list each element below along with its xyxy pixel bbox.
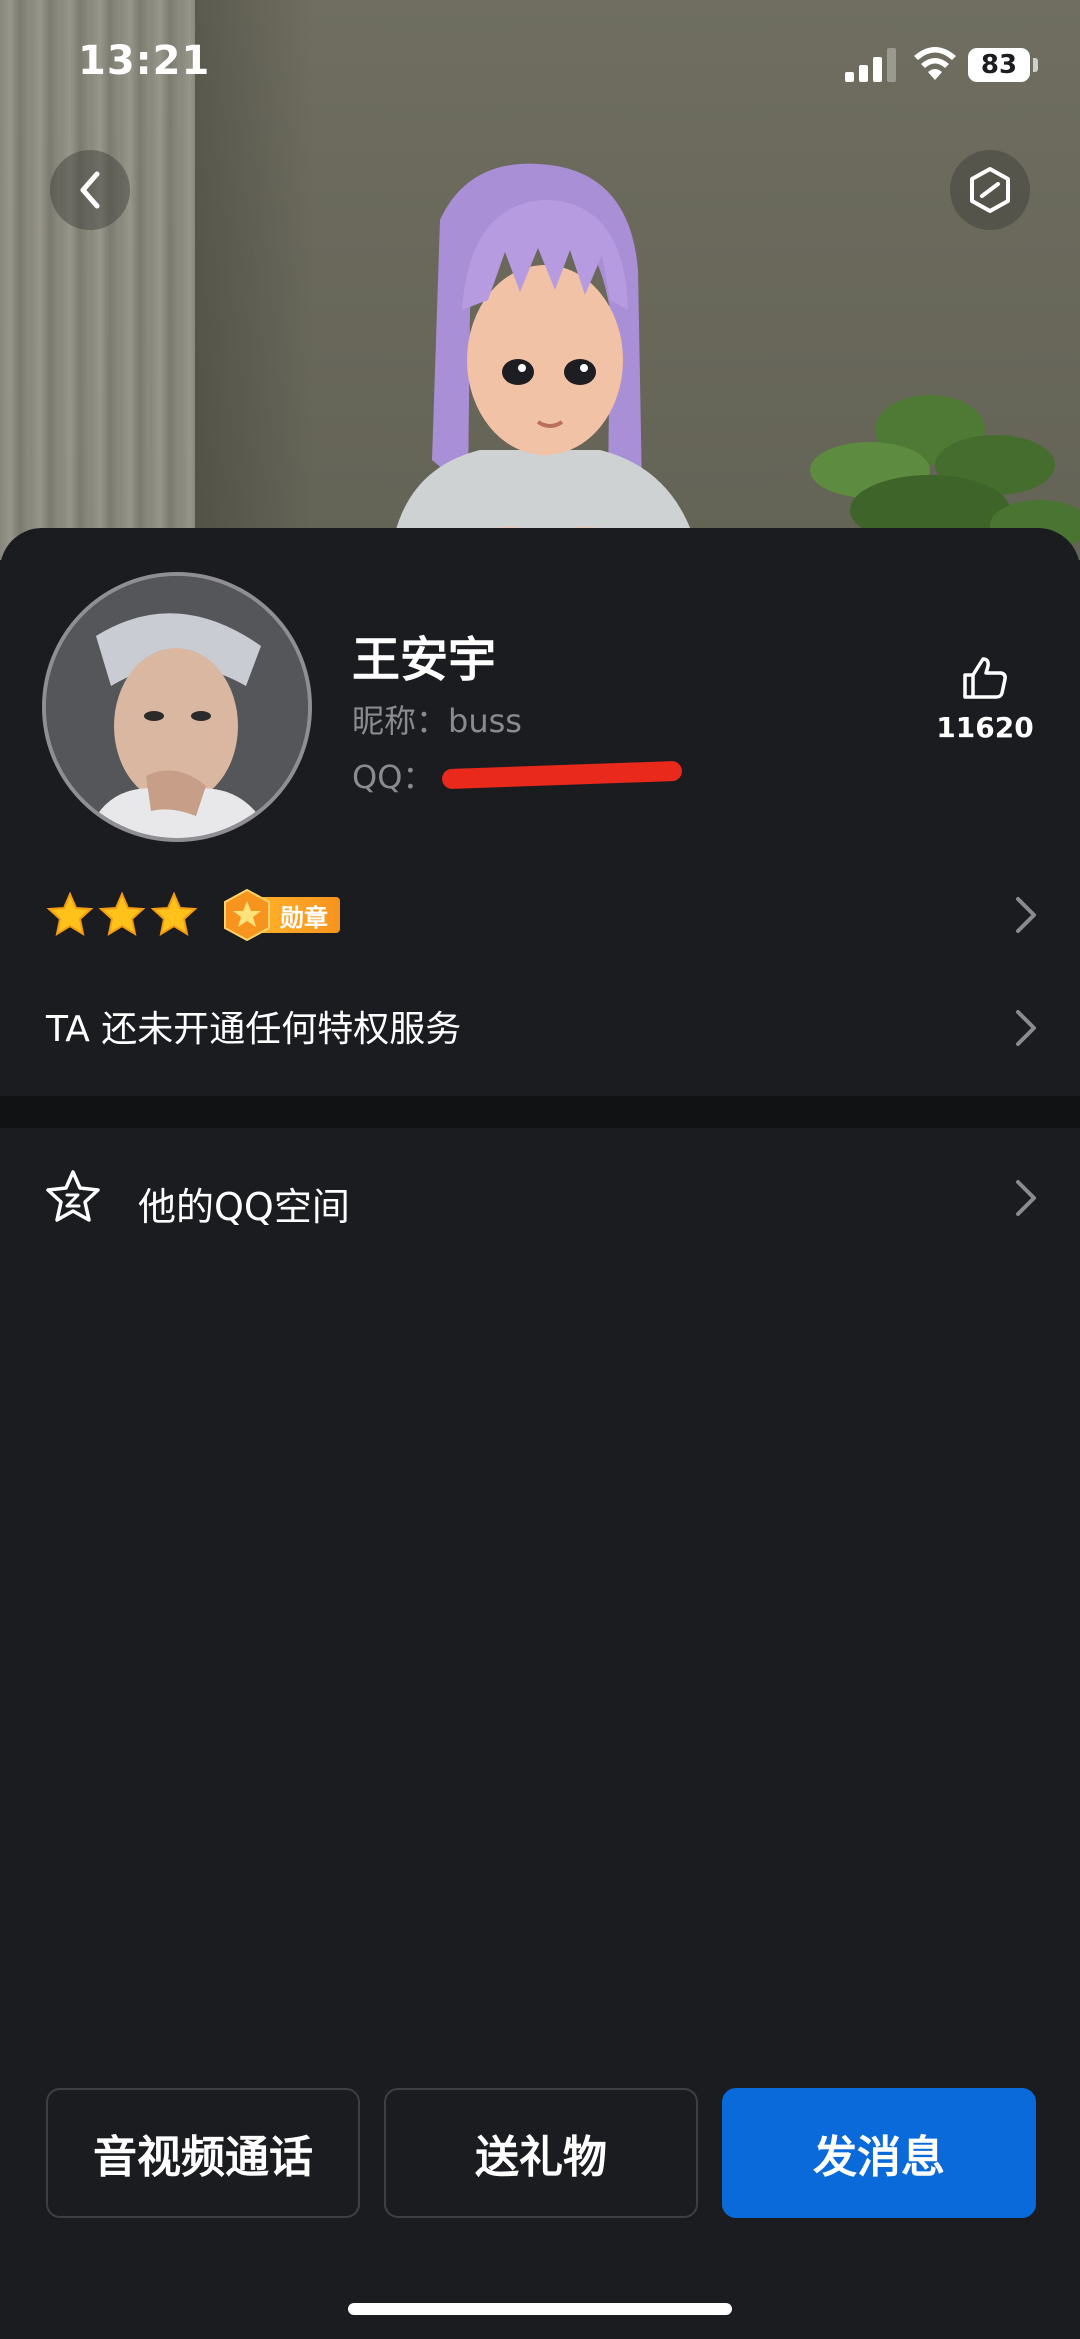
medal-icon [224, 888, 270, 942]
chevron-right-icon [1016, 1010, 1036, 1046]
like-count: 11620 [936, 711, 1034, 744]
action-bar: 音视频通话 送礼物 发消息 [46, 2088, 1036, 2218]
profile-name: 王安宇 [352, 632, 497, 688]
medal-badge: 勋章 [222, 888, 340, 942]
star-icon [98, 891, 146, 937]
qzone-row[interactable]: 他的QQ空间 [0, 1128, 1080, 1268]
send-message-button[interactable]: 发消息 [722, 2088, 1036, 2218]
avatar[interactable] [42, 572, 312, 842]
wifi-icon [914, 47, 956, 80]
status-bar: 13:21 83 [0, 0, 1080, 130]
battery-tip [1033, 58, 1038, 72]
level-stars: 勋章 [46, 880, 340, 950]
chevron-right-icon [1016, 897, 1036, 933]
qzone-star-icon [46, 1170, 100, 1222]
star-icon [46, 891, 94, 937]
section-divider [0, 1096, 1080, 1128]
qq-number-redaction [442, 760, 683, 790]
qzone-label: 他的QQ空间 [138, 1185, 350, 1229]
profile-screen: 13:21 83 王安宇 昵称：buss QQ： 11620 勋章 TA 还未开… [0, 0, 1080, 2339]
send-gift-button[interactable]: 送礼物 [384, 2088, 698, 2218]
chevron-right-icon [1016, 1180, 1036, 1216]
home-indicator[interactable] [348, 2303, 732, 2315]
video-call-button[interactable]: 音视频通话 [46, 2088, 360, 2218]
avatar-photo [46, 576, 308, 838]
status-time: 13:21 [78, 38, 211, 84]
nickname-label: 昵称： [352, 702, 449, 740]
qq-label: QQ： [352, 758, 435, 796]
cellular-signal-icon [845, 48, 896, 82]
chevron-left-icon [80, 171, 100, 209]
qq-number-row: QQ： [352, 752, 683, 798]
battery-indicator: 83 [968, 48, 1030, 82]
star-icon [150, 891, 198, 937]
nickname-value: buss [448, 702, 522, 740]
privilege-text: TA 还未开通任何特权服务 [46, 1009, 462, 1050]
dress-up-button[interactable] [950, 150, 1030, 230]
back-button[interactable] [50, 150, 130, 230]
hexagon-dress-icon [970, 167, 1010, 213]
battery-level: 83 [980, 50, 1018, 80]
avatar-figure-illustration [390, 163, 700, 560]
nickname-row: 昵称：buss [352, 696, 522, 742]
thumbs-up-icon [963, 657, 1007, 699]
like-button[interactable]: 11620 [930, 655, 1040, 744]
